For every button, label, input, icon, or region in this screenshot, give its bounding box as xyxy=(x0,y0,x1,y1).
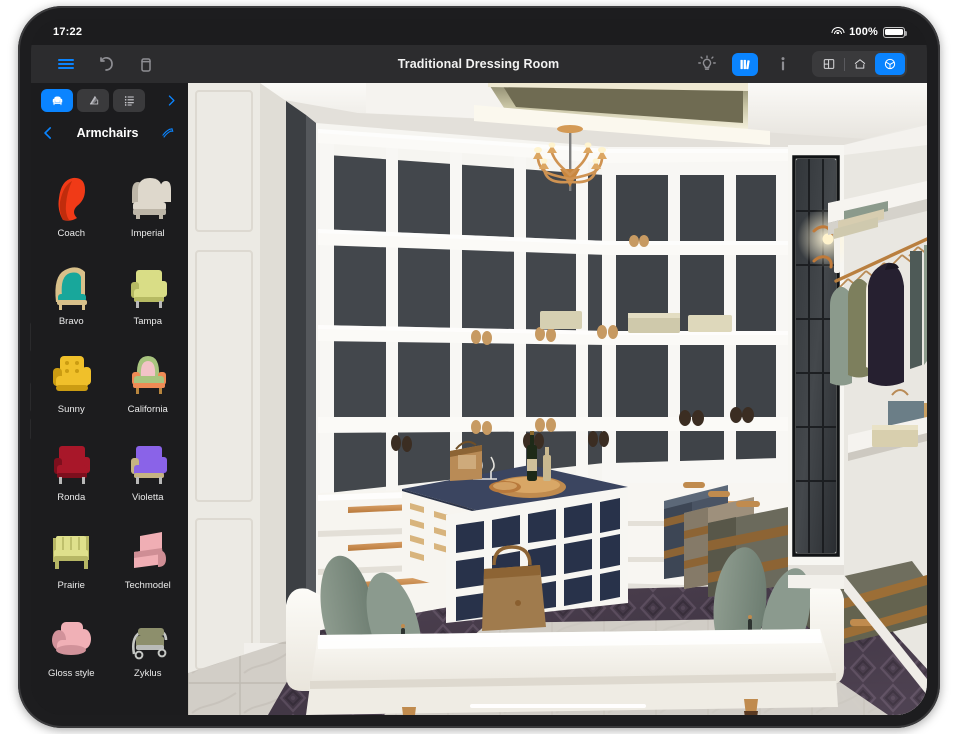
catalog-item-ronda[interactable]: Ronda xyxy=(33,419,110,507)
catalog-item-label: Techmodel xyxy=(124,580,171,591)
filter-swatch-icon[interactable] xyxy=(158,125,178,141)
tab-materials[interactable] xyxy=(77,88,109,112)
catalog-tab-bar xyxy=(31,83,188,117)
tab-list[interactable] xyxy=(113,88,145,112)
catalog-item-thumbnail xyxy=(42,609,100,665)
book-library-icon[interactable] xyxy=(732,52,758,76)
catalog-item-label: Prairie xyxy=(57,580,85,591)
catalog-item-zyklus[interactable]: Zyklus xyxy=(110,595,187,683)
catalog-item-techmodel[interactable]: Techmodel xyxy=(110,507,187,595)
catalog-item-coach[interactable]: Coach xyxy=(33,155,110,243)
battery-percent-label: 100% xyxy=(849,26,878,38)
floorplan-icon[interactable] xyxy=(814,53,844,75)
catalog-item-thumbnail xyxy=(42,708,100,715)
catalog-item-thumbnail xyxy=(119,169,177,225)
trash-icon[interactable] xyxy=(135,53,157,75)
catalog-item-thumbnail xyxy=(42,521,100,577)
hamburger-menu-icon[interactable] xyxy=(55,53,77,75)
tablet-device-frame: 17:22 100% Traditional Dressing Room Arm… xyxy=(18,6,940,728)
project-title: Traditional Dressing Room xyxy=(397,57,560,71)
house-outline-icon[interactable] xyxy=(845,53,875,75)
catalog-item-california[interactable]: California xyxy=(110,331,187,419)
catalog-item-label: Sunny xyxy=(57,404,85,415)
catalog-item-thumbnail xyxy=(119,708,177,715)
cube-3d-icon[interactable] xyxy=(875,53,905,75)
undo-arrow-icon[interactable] xyxy=(95,53,117,75)
catalog-item-label: Bravo xyxy=(58,316,84,327)
catalog-item-imperial[interactable]: Imperial xyxy=(110,155,187,243)
status-bar: 17:22 100% xyxy=(31,19,927,45)
tab-furniture[interactable] xyxy=(41,88,73,112)
catalog-item-gloss-style[interactable]: Gloss style xyxy=(33,595,110,683)
catalog-item-label: Tampa xyxy=(133,316,162,327)
catalog-item-thumbnail xyxy=(42,345,100,401)
catalog-item-label: Gloss style xyxy=(48,668,95,679)
catalog-item-bravo[interactable]: Bravo xyxy=(33,243,110,331)
catalog-item-thumbnail xyxy=(119,521,177,577)
3d-dressing-room-render xyxy=(188,83,927,715)
catalog-item-thumbnail xyxy=(119,609,177,665)
chevron-left-icon[interactable] xyxy=(39,125,57,141)
catalog-item-label: Coach xyxy=(57,228,85,239)
catalog-header: Armchairs xyxy=(31,117,188,149)
catalog-item-prairie[interactable]: Prairie xyxy=(33,507,110,595)
info-icon[interactable] xyxy=(772,53,794,75)
3d-viewport[interactable] xyxy=(188,83,927,715)
catalog-category-title: Armchairs xyxy=(76,126,139,140)
view-mode-switcher[interactable] xyxy=(812,51,907,77)
catalog-item-13[interactable] xyxy=(110,683,187,715)
catalog-item-label: Violetta xyxy=(131,492,164,503)
tablet-screen: 17:22 100% Traditional Dressing Room Arm… xyxy=(31,19,927,715)
catalog-item-thumbnail xyxy=(119,257,177,313)
catalog-item-thumbnail xyxy=(42,433,100,489)
catalog-item-violetta[interactable]: Violetta xyxy=(110,419,187,507)
battery-full-icon xyxy=(883,26,908,38)
status-bar-time: 17:22 xyxy=(53,26,83,38)
catalog-item-grid[interactable]: Coach Imperial Bravo Tampa Sunny Califor… xyxy=(31,149,188,715)
catalog-item-label: California xyxy=(127,404,168,415)
wifi-icon xyxy=(831,27,845,37)
catalog-item-tampa[interactable]: Tampa xyxy=(110,243,187,331)
catalog-item-12[interactable] xyxy=(33,683,110,715)
catalog-item-thumbnail xyxy=(42,169,100,225)
catalog-item-thumbnail xyxy=(119,433,177,489)
catalog-item-label: Imperial xyxy=(130,228,165,239)
home-indicator[interactable] xyxy=(469,703,646,708)
catalog-item-label: Zyklus xyxy=(134,668,162,679)
catalog-item-label: Ronda xyxy=(57,492,86,503)
catalog-item-thumbnail xyxy=(42,257,100,313)
catalog-item-thumbnail xyxy=(119,345,177,401)
catalog-sidebar: Armchairs Coach Imperial Bravo Tampa Sun… xyxy=(31,83,188,715)
catalog-item-sunny[interactable]: Sunny xyxy=(33,331,110,419)
app-toolbar: Traditional Dressing Room xyxy=(31,45,927,83)
chevron-right-icon[interactable] xyxy=(160,89,182,111)
lightbulb-icon[interactable] xyxy=(696,53,718,75)
